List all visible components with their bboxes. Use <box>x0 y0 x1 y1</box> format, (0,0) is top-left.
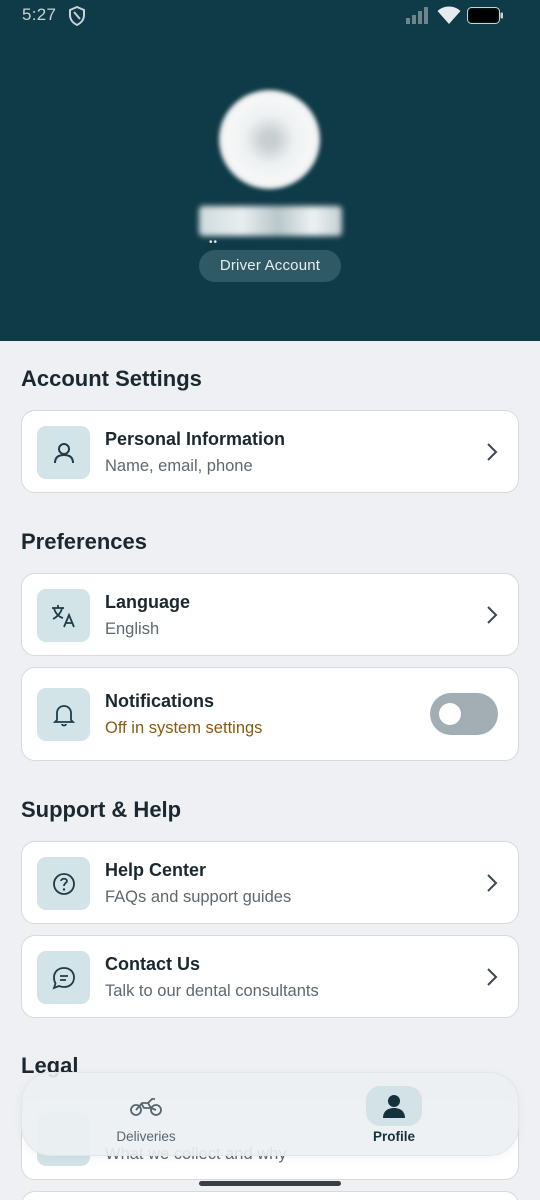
user-icon <box>37 426 90 479</box>
wifi-icon <box>437 6 461 30</box>
status-bar: 5:27 <box>0 0 540 32</box>
bottom-nav: Deliveries Profile <box>21 1072 519 1156</box>
language-title: Language <box>105 592 191 612</box>
nav-deliveries-label: Deliveries <box>116 1129 176 1144</box>
contact-us-row[interactable]: Contact Us Talk to our dental consultant… <box>21 935 519 1018</box>
nav-profile-label: Profile <box>372 1129 415 1144</box>
section-title-account-settings: Account Settings <box>21 366 202 391</box>
user-name-redacted <box>199 206 342 236</box>
personal-information-title: Personal Information <box>105 429 286 449</box>
motorcycle-icon <box>118 1086 174 1126</box>
contact-us-subtitle: Talk to our dental consultants <box>105 982 319 1000</box>
status-time: 5:27 <box>22 5 57 24</box>
avatar[interactable] <box>219 90 320 189</box>
notifications-toggle[interactable] <box>430 693 498 735</box>
person-icon <box>366 1086 422 1126</box>
chevron-right-icon <box>486 873 498 898</box>
personal-information-row[interactable]: Personal Information Name, email, phone <box>21 410 519 493</box>
name-dots: •• <box>209 237 219 248</box>
toggle-knob <box>439 703 461 725</box>
nav-profile[interactable]: Profile <box>344 1073 444 1157</box>
section-title-support-help: Support & Help <box>21 797 182 822</box>
translate-icon <box>37 589 90 642</box>
bell-icon <box>37 688 90 741</box>
language-row[interactable]: Language English <box>21 573 519 656</box>
notifications-status: Off in system settings <box>105 719 263 737</box>
battery-icon <box>467 7 504 29</box>
chevron-right-icon <box>486 605 498 630</box>
home-indicator <box>199 1181 341 1186</box>
chevron-right-icon <box>486 967 498 992</box>
chevron-right-icon <box>486 442 498 467</box>
legal-row-partial[interactable] <box>21 1191 519 1200</box>
role-badge: Driver Account <box>199 250 341 282</box>
contact-us-title: Contact Us <box>105 954 201 974</box>
profile-header: 5:27 •• Driver Account <box>0 0 540 341</box>
section-title-preferences: Preferences <box>21 529 147 554</box>
nav-deliveries[interactable]: Deliveries <box>96 1073 196 1157</box>
shield-icon <box>68 5 86 31</box>
question-icon <box>37 857 90 910</box>
notifications-row[interactable]: Notifications Off in system settings <box>21 667 519 761</box>
notifications-title: Notifications <box>105 691 215 711</box>
signal-icon <box>406 7 430 29</box>
help-center-subtitle: FAQs and support guides <box>105 888 292 906</box>
chat-icon <box>37 951 90 1004</box>
help-center-title: Help Center <box>105 860 207 880</box>
help-center-row[interactable]: Help Center FAQs and support guides <box>21 841 519 924</box>
language-value: English <box>105 620 160 638</box>
personal-information-subtitle: Name, email, phone <box>105 457 253 475</box>
